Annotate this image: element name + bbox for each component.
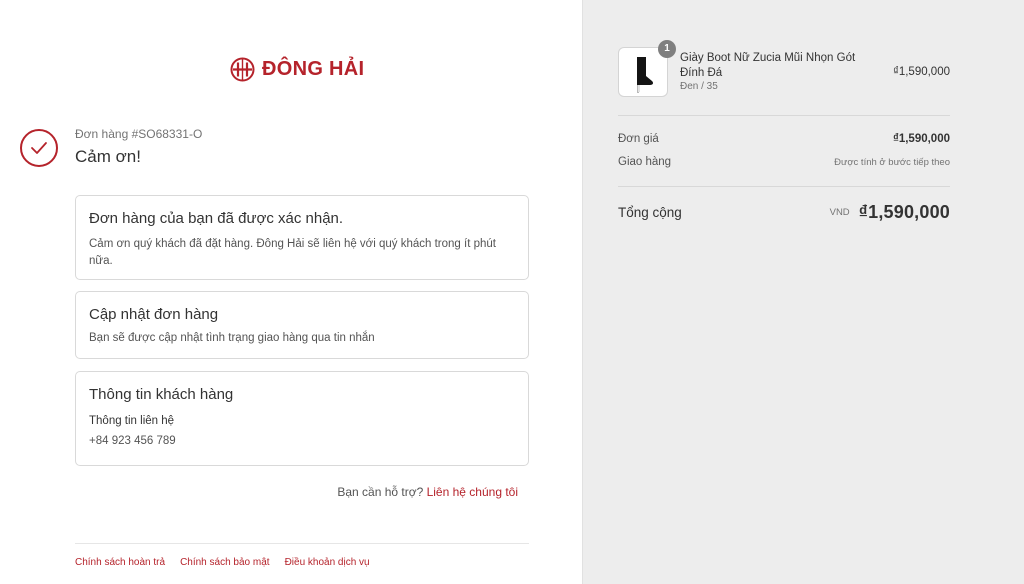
order-number: Đơn hàng #SO68331-O bbox=[75, 127, 203, 141]
confirmation-body: Cảm ơn quý khách đã đặt hàng. Đông Hải s… bbox=[89, 238, 496, 267]
support-prompt: Bạn cần hỗ trợ? Liên hệ chúng tôi bbox=[337, 485, 518, 499]
brand-name: ĐÔNG HẢI bbox=[262, 58, 365, 80]
contact-phone: +84 923 456 789 bbox=[89, 435, 176, 447]
terms-of-service-link[interactable]: Điều khoản dịch vụ bbox=[285, 557, 370, 568]
shipping-label: Giao hàng bbox=[618, 156, 672, 168]
product-thumbnail: 1 bbox=[618, 40, 676, 97]
unit-price-value: ₫1,590,000 bbox=[892, 133, 950, 145]
total-row: Tổng cộng VND ₫1,590,000 bbox=[618, 202, 950, 223]
order-updates-card: Cập nhật đơn hàng Bạn sẽ được cập nhật t… bbox=[75, 291, 529, 359]
total-amount: ₫1,590,000 bbox=[858, 202, 950, 222]
product-line-item: 1 Giày Boot Nữ Zucia Mũi Nhọn Gót Đính Đ… bbox=[618, 40, 950, 99]
order-confirmed-check-icon bbox=[20, 129, 58, 167]
summary-divider bbox=[618, 186, 950, 187]
order-updates-body: Bạn sẽ được cập nhật tình trạng giao hàn… bbox=[89, 332, 375, 344]
unit-price-label: Đơn giá bbox=[618, 133, 659, 145]
thank-you-heading: Cảm ơn! bbox=[75, 147, 141, 166]
product-variant: Đen / 35 bbox=[680, 81, 718, 92]
brand-logo-icon bbox=[230, 57, 255, 82]
contact-us-link[interactable]: Liên hệ chúng tôi bbox=[427, 485, 518, 499]
footer-divider bbox=[75, 543, 529, 544]
currency-code: VND bbox=[829, 207, 850, 218]
confirmation-card: Đơn hàng của bạn đã được xác nhận. Cảm ơ… bbox=[75, 195, 529, 280]
refund-policy-link[interactable]: Chính sách hoàn trả bbox=[75, 557, 165, 568]
total-label: Tổng cộng bbox=[618, 205, 682, 220]
summary-divider bbox=[618, 115, 950, 116]
product-name: Giày Boot Nữ Zucia Mũi Nhọn Gót Đính Đá bbox=[680, 52, 856, 79]
shipping-row: Giao hàng Được tính ở bước tiếp theo bbox=[618, 156, 950, 168]
shipping-note: Được tính ở bước tiếp theo bbox=[834, 157, 950, 168]
main-panel: ĐÔNG HẢI Đơn hàng #SO68331-O Cảm ơn! Đơn… bbox=[0, 0, 582, 584]
order-updates-title: Cập nhật đơn hàng bbox=[89, 306, 219, 323]
product-price: ₫1,590,000 bbox=[892, 66, 950, 78]
order-summary-panel: 1 Giày Boot Nữ Zucia Mũi Nhọn Gót Đính Đ… bbox=[582, 0, 1024, 584]
customer-info-card: Thông tin khách hàng Thông tin liên hệ +… bbox=[75, 371, 529, 466]
brand-logo[interactable]: ĐÔNG HẢI bbox=[230, 57, 364, 82]
privacy-policy-link[interactable]: Chính sách bảo mật bbox=[180, 557, 270, 568]
confirmation-title: Đơn hàng của bạn đã được xác nhận. bbox=[89, 210, 344, 227]
customer-info-title: Thông tin khách hàng bbox=[89, 386, 234, 403]
quantity-badge: 1 bbox=[658, 40, 676, 58]
unit-price-row: Đơn giá ₫1,590,000 bbox=[618, 133, 950, 145]
contact-info-label: Thông tin liên hệ bbox=[89, 415, 175, 427]
footer-links: Chính sách hoàn trả Chính sách bảo mật Đ… bbox=[75, 557, 370, 568]
support-question: Bạn cần hỗ trợ? bbox=[337, 485, 424, 499]
